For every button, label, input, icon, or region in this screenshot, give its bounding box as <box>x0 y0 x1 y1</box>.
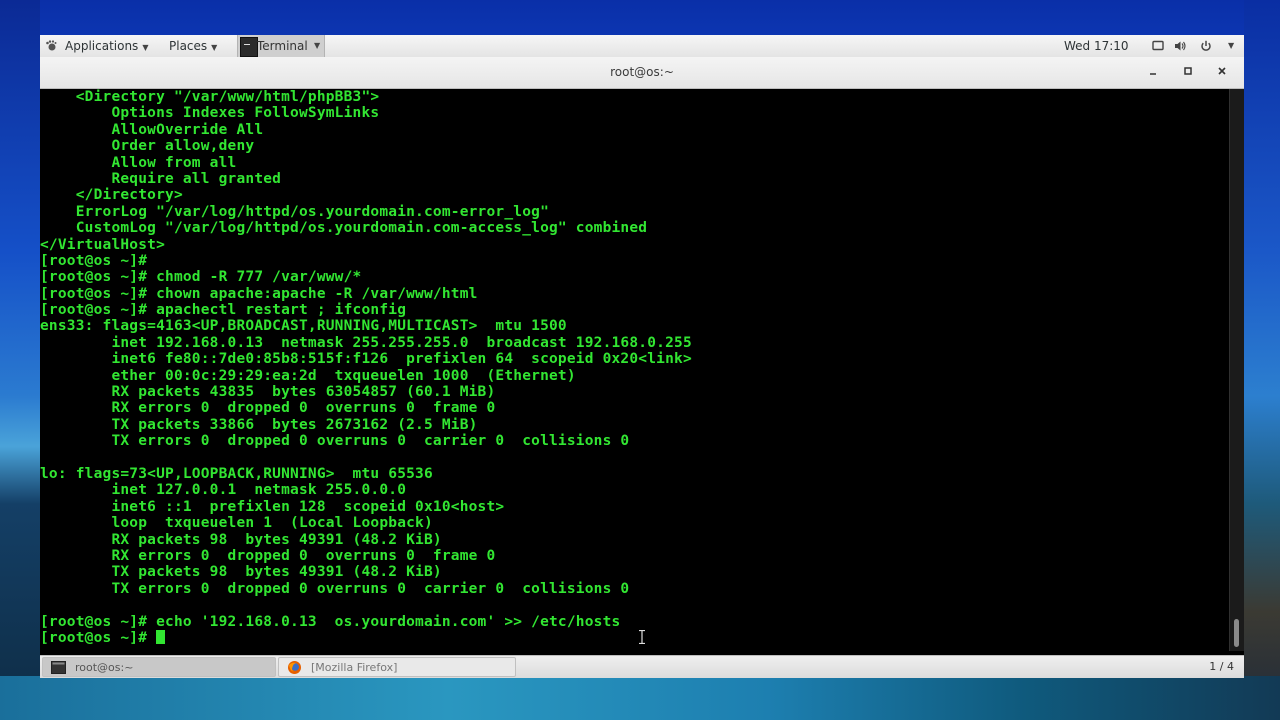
terminal-line: [root@os ~]# chown apache:apache -R /var… <box>40 285 478 302</box>
chevron-down-icon: ▼ <box>142 43 149 52</box>
terminal-line: RX packets 43835 bytes 63054857 (60.1 Mi… <box>40 384 496 401</box>
close-button[interactable] <box>1213 64 1231 80</box>
terminal-line: CustomLog "/var/log/httpd/os.yourdomain.… <box>40 220 648 237</box>
terminal-line: RX packets 98 bytes 49391 (48.2 KiB) <box>40 531 442 548</box>
minimize-button[interactable] <box>1144 64 1162 80</box>
scrollbar-thumb[interactable] <box>1234 619 1239 647</box>
terminal-line: ErrorLog "/var/log/httpd/os.yourdomain.c… <box>40 203 549 220</box>
chevron-down-icon: ▼ <box>314 41 321 50</box>
task-terminal-label: root@os:~ <box>75 661 134 674</box>
terminal-line: inet 192.168.0.13 netmask 255.255.255.0 … <box>40 334 692 351</box>
terminal-scrollbar[interactable] <box>1229 89 1244 651</box>
terminal-line: AllowOverride All <box>40 121 264 138</box>
terminal-line: </VirtualHost> <box>40 236 166 253</box>
terminal-icon <box>240 37 258 57</box>
volume-icon[interactable] <box>1174 40 1186 52</box>
terminal-line: TX errors 0 dropped 0 overruns 0 carrier… <box>40 433 630 450</box>
terminal-line: Allow from all <box>40 154 237 171</box>
terminal-window: root@os:~ <Directory "/var/www/html/phpB… <box>40 57 1244 677</box>
gnome-foot-icon <box>46 40 57 51</box>
text-cursor-icon <box>639 630 645 644</box>
terminal-line: ether 00:0c:29:29:ea:2d txqueuelen 1000 … <box>40 367 576 384</box>
terminal-line: Order allow,deny <box>40 138 255 155</box>
terminal-line: ens33: flags=4163<UP,BROADCAST,RUNNING,M… <box>40 318 567 335</box>
window-title: root@os:~ <box>610 65 674 79</box>
terminal-icon <box>51 661 66 674</box>
maximize-button[interactable] <box>1179 64 1197 80</box>
terminal-line: RX errors 0 dropped 0 overruns 0 frame 0 <box>40 547 496 564</box>
maximize-icon <box>1184 67 1192 75</box>
terminal-app-menu[interactable]: Terminal ▼ <box>237 35 325 57</box>
desktop-background-left <box>0 0 40 720</box>
close-icon <box>1218 67 1226 75</box>
display-icon[interactable] <box>1152 40 1164 52</box>
terminal-output[interactable]: <Directory "/var/www/html/phpBB3"> Optio… <box>40 89 1230 649</box>
terminal-line: [root@os ~]# chmod -R 777 /var/www/* <box>40 269 362 286</box>
workspace-indicator[interactable]: 1 / 4 <box>1209 656 1234 678</box>
bottom-taskbar: root@os:~ [Mozilla Firefox] 1 / 4 <box>40 655 1244 678</box>
chevron-down-icon: ▼ <box>211 43 218 52</box>
top-panel: Applications ▼ Places ▼ Terminal ▼ Wed 17:… <box>40 35 1244 58</box>
places-menu[interactable]: Places ▼ <box>169 35 217 57</box>
window-titlebar[interactable]: root@os:~ <box>40 57 1244 89</box>
terminal-prompt-line[interactable]: [root@os ~]# <box>40 629 1230 646</box>
terminal-line: TX packets 33866 bytes 2673162 (2.5 MiB) <box>40 416 478 433</box>
terminal-line: TX packets 98 bytes 49391 (48.2 KiB) <box>40 564 442 581</box>
task-terminal[interactable]: root@os:~ <box>42 657 276 677</box>
task-firefox-label: [Mozilla Firefox] <box>311 661 398 674</box>
task-firefox[interactable]: [Mozilla Firefox] <box>278 657 516 677</box>
minimize-icon <box>1150 73 1156 75</box>
terminal-line: loop txqueuelen 1 (Local Loopback) <box>40 515 433 532</box>
applications-menu-label: Applications <box>65 39 139 53</box>
terminal-line: lo: flags=73<UP,LOOPBACK,RUNNING> mtu 65… <box>40 465 433 482</box>
terminal-line: inet 127.0.0.1 netmask 255.0.0.0 <box>40 482 407 499</box>
places-menu-label: Places <box>169 39 208 53</box>
clock[interactable]: Wed 17:10 <box>1064 35 1129 57</box>
terminal-line: inet6 ::1 prefixlen 128 scopeid 0x10<hos… <box>40 498 505 515</box>
terminal-line: Require all granted <box>40 170 282 187</box>
terminal-line: RX errors 0 dropped 0 overruns 0 frame 0 <box>40 400 496 417</box>
desktop-background-bottom <box>0 676 1280 720</box>
terminal-line: TX errors 0 dropped 0 overruns 0 carrier… <box>40 580 630 597</box>
terminal-cursor <box>156 629 166 644</box>
terminal-line: [root@os ~]# apachectl restart ; ifconfi… <box>40 302 407 319</box>
desktop-background-right <box>1244 0 1280 720</box>
chevron-down-icon[interactable]: ▼ <box>1228 35 1234 57</box>
terminal-line: [root@os ~]# echo '192.168.0.13 os.yourd… <box>40 613 621 630</box>
terminal-app-menu-label: Terminal <box>257 39 308 53</box>
firefox-icon <box>288 661 301 674</box>
power-icon[interactable] <box>1200 40 1212 52</box>
terminal-line: <Directory "/var/www/html/phpBB3"> <box>40 89 380 105</box>
applications-menu[interactable]: Applications ▼ <box>65 35 148 57</box>
terminal-line: inet6 fe80::7de0:85b8:515f:f126 prefixle… <box>40 351 692 368</box>
terminal-line: Options Indexes FollowSymLinks <box>40 105 380 122</box>
terminal-line: [root@os ~]# <box>40 252 148 269</box>
terminal-line: </Directory> <box>40 187 183 204</box>
terminal-prompt: [root@os ~]# <box>40 629 157 646</box>
